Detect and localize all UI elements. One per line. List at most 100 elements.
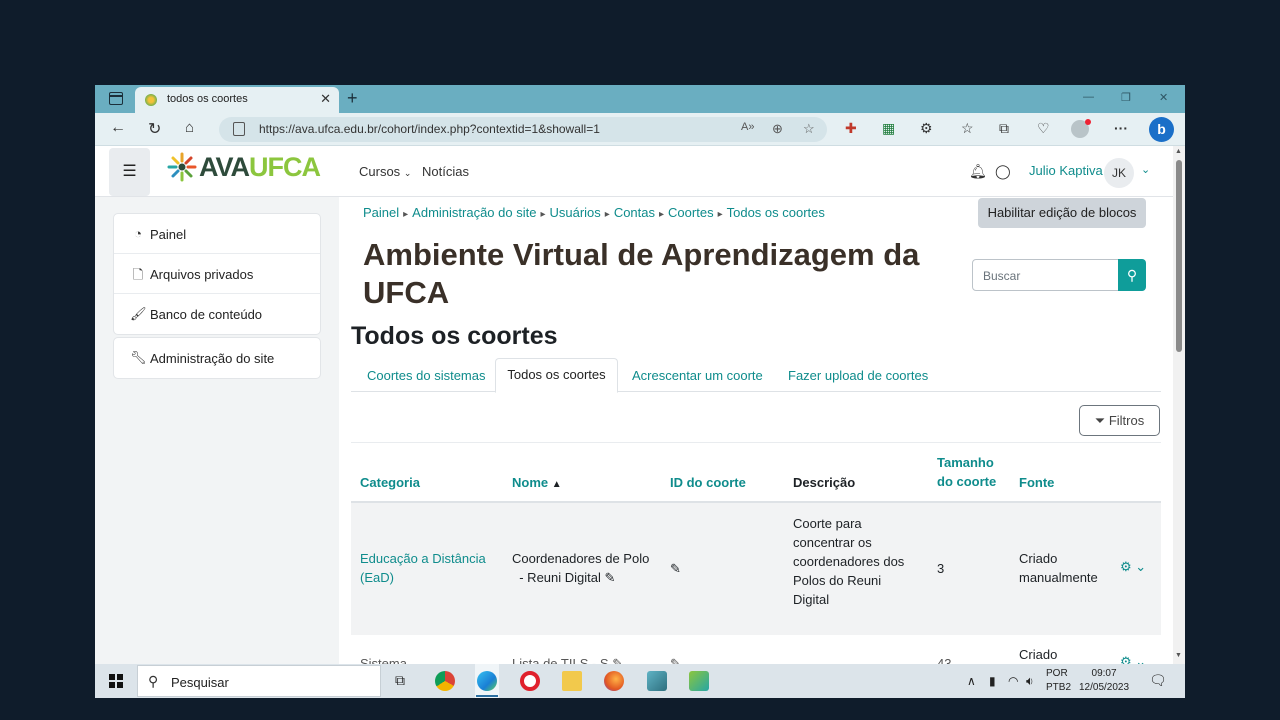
extension-icon[interactable]: ✚ [845,120,857,137]
language-indicator[interactable]: POR PTB2 [1046,667,1071,695]
close-tab-icon[interactable]: ✕ [320,91,331,107]
windows-start-icon[interactable] [109,674,123,688]
chrome-icon[interactable] [435,671,455,691]
clock[interactable]: 09:07 12/05/2023 [1079,667,1129,695]
breadcrumb-item[interactable]: Todos os coortes [727,205,825,220]
col-header-fonte[interactable]: Fonte [1019,473,1054,492]
pencil-icon[interactable]: ✎ [605,570,616,585]
refresh-icon[interactable]: ↻ [148,119,161,139]
tab-title: todos os coortes [167,93,248,105]
more-icon[interactable]: ··· [1114,120,1128,136]
read-aloud-icon[interactable]: A» [741,121,754,133]
breadcrumb-item[interactable]: Painel [363,205,399,220]
col-header-nome[interactable]: Nome ▲ [512,473,562,494]
messages-icon[interactable]: ◯ [995,163,1011,180]
drawer-item-label: Banco de conteúdo [150,307,263,322]
tray-chevron-up-icon[interactable]: ∧ [967,674,976,688]
drawer-item-admin[interactable]: 🔧︎ Administração do site [114,338,320,378]
search-icon[interactable]: ⚲ [1118,259,1146,291]
search-icon: ⚲ [148,673,159,689]
profile-icon[interactable] [1071,119,1091,138]
tab-bar: todos os coortes ✕ + — ❐ ✕ [95,85,1185,113]
nav-cursos[interactable]: Cursos ⌄ [359,164,411,179]
cohort-tabs: Coortes do sistemas Todos os coortes Acr… [351,358,1161,393]
close-window-icon[interactable]: ✕ [1159,91,1168,104]
drawer-item-label: Painel [150,227,187,242]
collections-icon[interactable]: ⧉ [999,120,1009,137]
breadcrumb-item[interactable]: Contas [614,205,655,220]
breadcrumb-item[interactable]: Administração do site [412,205,536,220]
page-scrollbar[interactable]: ▲ ▼ [1173,146,1185,664]
browser-tab[interactable]: todos os coortes ✕ [135,87,339,113]
col-header-categoria[interactable]: Categoria [360,473,420,492]
scroll-up-icon[interactable]: ▲ [1175,148,1182,155]
drawer-item-arquivos[interactable]: 🗋︎ Arquivos privados [114,254,320,294]
col-header-id[interactable]: ID do coorte [670,473,746,492]
volume-icon[interactable]: 🔉︎ [1026,674,1034,689]
avatar[interactable]: JK [1104,158,1134,188]
notifications-icon[interactable]: 🔔︎ [969,163,987,180]
tab-actions-icon[interactable] [109,92,123,105]
favorites-icon[interactable]: ☆ [961,120,974,137]
col-header-tamanho[interactable]: Tamanho do coorte [937,453,996,491]
file-explorer-icon[interactable] [562,671,582,691]
pencil-icon[interactable]: ✎ [612,656,623,664]
home-icon[interactable]: ⌂ [185,119,194,136]
row-actions-gear-icon[interactable]: ⚙ ⌄ [1120,654,1146,664]
taskbar-search-label: Pesquisar [171,675,229,690]
row-size: 3 [937,561,945,576]
edit-id-pencil-icon[interactable]: ✎ [670,559,681,578]
tab-coortes-sistemas[interactable]: Coortes do sistemas [367,368,486,383]
drawer-item-painel[interactable]: ◔ Painel [114,214,320,254]
paint-icon[interactable] [689,671,709,691]
row-size: 43 [937,656,952,664]
zoom-icon[interactable]: ⊕ [772,121,783,137]
url-field[interactable]: https://ava.ufca.edu.br/cohort/index.php… [219,117,827,142]
scroll-thumb[interactable] [1176,160,1182,352]
drawer-item-banco[interactable]: 🖌︎ Banco de conteúdo [114,294,320,334]
edit-blocks-button[interactable]: Habilitar edição de blocos [978,198,1146,228]
user-name[interactable]: Julio Kaptiva [1029,163,1103,178]
tab-upload-coortes[interactable]: Fazer upload de coortes [788,368,928,383]
chevron-down-icon[interactable]: ⌄ [1141,163,1150,176]
battery-icon[interactable]: ▮ [989,674,996,688]
puzzle-icon[interactable]: ⚙ [920,120,933,137]
heart-icon[interactable]: ♡ [1037,120,1050,137]
search-input[interactable]: Buscar [972,259,1119,291]
sort-asc-icon: ▲ [551,479,562,490]
app-icon[interactable] [647,671,667,691]
dashboard-icon: ◔ [134,226,142,241]
breadcrumb-item[interactable]: Coortes [668,205,714,220]
breadcrumb: Painel ▸ Administração do site ▸ Usuários ▸ Co… [363,205,825,220]
scroll-down-icon[interactable]: ▼ [1175,652,1182,659]
favorite-add-icon[interactable]: ☆ [803,121,815,137]
site-logo[interactable]: AVAUFCA [167,152,321,182]
notification-center-icon[interactable]: 🗨︎ [1149,672,1167,689]
back-icon[interactable]: ← [110,119,126,137]
breadcrumb-item[interactable]: Usuários [549,205,600,220]
windows-taskbar: ⚲ Pesquisar ⧉ ∧ ▮ ◠ 🔉︎ POR PTB2 09:07 12/0… [95,664,1185,698]
filters-button[interactable]: ⏷ Filtros [1079,405,1160,436]
row-actions-gear-icon[interactable]: ⚙ ⌄ [1120,559,1146,575]
menu-toggle-icon[interactable]: ☰ [109,148,150,196]
grid-extension-icon[interactable]: ▦ [882,120,895,137]
task-view-icon[interactable]: ⧉ [395,672,405,689]
tab-todos-coortes[interactable]: Todos os coortes [495,358,618,393]
lock-icon[interactable] [233,122,245,136]
opera-icon[interactable] [520,671,540,691]
site-navbar: ☰ AVAUFCA Cursos ⌄ Notícias 🔔︎ ◯ Julio K… [95,146,1173,197]
row-category-link[interactable]: Educação a Distância (EaD) [360,549,486,587]
nav-noticias[interactable]: Notícias [422,164,469,179]
edge-icon[interactable] [477,671,497,691]
maximize-icon[interactable]: ❐ [1121,91,1131,104]
tab-acrescentar-coorte[interactable]: Acrescentar um coorte [632,368,763,383]
bing-icon[interactable]: b [1149,117,1174,142]
edit-id-pencil-icon[interactable]: ✎ [670,654,681,664]
url-text[interactable]: https://ava.ufca.edu.br/cohort/index.php… [259,122,600,136]
row-name: Coordenadores de Polo - Reuni Digital ✎ [512,551,650,585]
wifi-icon[interactable]: ◠ [1008,674,1018,688]
firefox-icon[interactable] [604,671,624,691]
minimize-icon[interactable]: — [1083,91,1094,103]
new-tab-icon[interactable]: + [347,88,358,109]
taskbar-search[interactable]: ⚲ Pesquisar [137,665,381,697]
